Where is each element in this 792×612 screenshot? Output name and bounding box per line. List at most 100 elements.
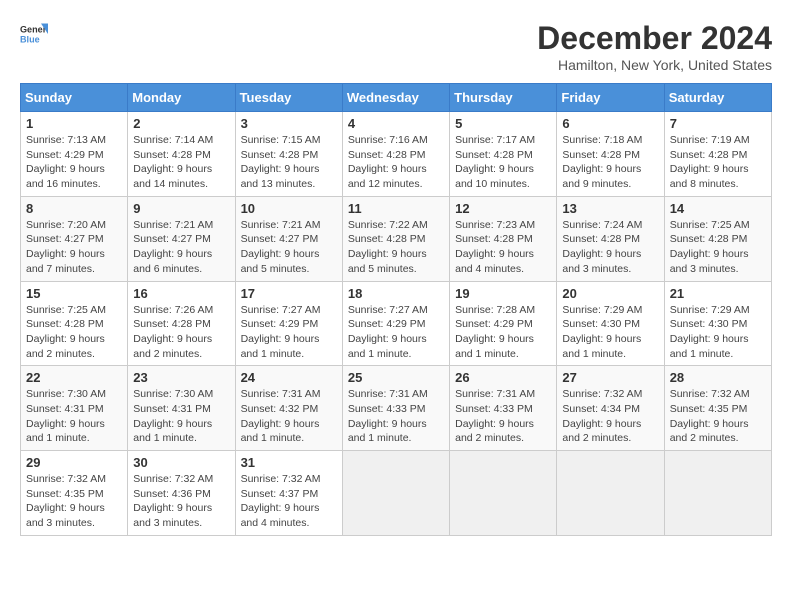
day-info: Sunrise: 7:30 AMSunset: 4:31 PMDaylight:… xyxy=(26,387,122,446)
day-number: 28 xyxy=(670,370,766,385)
table-row: 7Sunrise: 7:19 AMSunset: 4:28 PMDaylight… xyxy=(664,112,771,197)
day-number: 19 xyxy=(455,286,551,301)
calendar-week-row: 22Sunrise: 7:30 AMSunset: 4:31 PMDayligh… xyxy=(21,366,772,451)
day-info: Sunrise: 7:18 AMSunset: 4:28 PMDaylight:… xyxy=(562,133,658,192)
day-info: Sunrise: 7:26 AMSunset: 4:28 PMDaylight:… xyxy=(133,303,229,362)
calendar-week-row: 1 Sunrise: 7:13 AMSunset: 4:29 PMDaylight… xyxy=(21,112,772,197)
day-number: 25 xyxy=(348,370,444,385)
table-row: 25 Sunrise: 7:31 AMSunset: 4:33 PMDayligh… xyxy=(342,366,449,451)
day-info: Sunrise: 7:29 AMSunset: 4:30 PMDaylight:… xyxy=(670,303,766,362)
day-info: Sunrise: 7:32 AMSunset: 4:37 PMDaylight:… xyxy=(241,472,337,531)
day-info: Sunrise: 7:25 AMSunset: 4:28 PMDaylight:… xyxy=(670,218,766,277)
day-info: Sunrise: 7:29 AMSunset: 4:30 PMDaylight:… xyxy=(562,303,658,362)
day-info: Sunrise: 7:25 AMSunset: 4:28 PMDaylight:… xyxy=(26,303,122,362)
day-number: 20 xyxy=(562,286,658,301)
day-info: Sunrise: 7:21 AMSunset: 4:27 PMDaylight:… xyxy=(241,218,337,277)
day-info: Sunrise: 7:31 AMSunset: 4:33 PMDaylight:… xyxy=(455,387,551,446)
table-row: 31 Sunrise: 7:32 AMSunset: 4:37 PMDayligh… xyxy=(235,451,342,536)
day-number: 3 xyxy=(241,116,337,131)
day-number: 21 xyxy=(670,286,766,301)
day-info: Sunrise: 7:22 AMSunset: 4:28 PMDaylight:… xyxy=(348,218,444,277)
table-row: 27 Sunrise: 7:32 AMSunset: 4:34 PMDayligh… xyxy=(557,366,664,451)
day-number: 29 xyxy=(26,455,122,470)
day-number: 23 xyxy=(133,370,229,385)
day-info: Sunrise: 7:24 AMSunset: 4:28 PMDaylight:… xyxy=(562,218,658,277)
table-row: 10Sunrise: 7:21 AMSunset: 4:27 PMDayligh… xyxy=(235,196,342,281)
col-tuesday: Tuesday xyxy=(235,84,342,112)
table-row: 5 Sunrise: 7:17 AMSunset: 4:28 PMDaylight… xyxy=(450,112,557,197)
day-info: Sunrise: 7:28 AMSunset: 4:29 PMDaylight:… xyxy=(455,303,551,362)
calendar-week-row: 8 Sunrise: 7:20 AMSunset: 4:27 PMDaylight… xyxy=(21,196,772,281)
table-row: 16 Sunrise: 7:26 AMSunset: 4:28 PMDayligh… xyxy=(128,281,235,366)
table-row: 21 Sunrise: 7:29 AMSunset: 4:30 PMDayligh… xyxy=(664,281,771,366)
day-number: 2 xyxy=(133,116,229,131)
table-row xyxy=(557,451,664,536)
table-row: 8 Sunrise: 7:20 AMSunset: 4:27 PMDaylight… xyxy=(21,196,128,281)
day-number: 17 xyxy=(241,286,337,301)
table-row: 23 Sunrise: 7:30 AMSunset: 4:31 PMDayligh… xyxy=(128,366,235,451)
table-row: 6 Sunrise: 7:18 AMSunset: 4:28 PMDaylight… xyxy=(557,112,664,197)
calendar-table: Sunday Monday Tuesday Wednesday Thursday… xyxy=(20,83,772,536)
table-row: 9Sunrise: 7:21 AMSunset: 4:27 PMDaylight… xyxy=(128,196,235,281)
table-row: 13 Sunrise: 7:24 AMSunset: 4:28 PMDayligh… xyxy=(557,196,664,281)
table-row: 1 Sunrise: 7:13 AMSunset: 4:29 PMDaylight… xyxy=(21,112,128,197)
table-row: 29 Sunrise: 7:32 AMSunset: 4:35 PMDayligh… xyxy=(21,451,128,536)
page-subtitle: Hamilton, New York, United States xyxy=(537,57,772,73)
day-info: Sunrise: 7:14 AMSunset: 4:28 PMDaylight:… xyxy=(133,133,229,192)
day-info: Sunrise: 7:30 AMSunset: 4:31 PMDaylight:… xyxy=(133,387,229,446)
day-info: Sunrise: 7:13 AMSunset: 4:29 PMDaylight:… xyxy=(26,133,122,192)
day-info: Sunrise: 7:32 AMSunset: 4:36 PMDaylight:… xyxy=(133,472,229,531)
table-row: 3Sunrise: 7:15 AMSunset: 4:28 PMDaylight… xyxy=(235,112,342,197)
day-number: 15 xyxy=(26,286,122,301)
logo: General Blue xyxy=(20,20,48,48)
col-thursday: Thursday xyxy=(450,84,557,112)
day-number: 14 xyxy=(670,201,766,216)
day-number: 6 xyxy=(562,116,658,131)
table-row: 11 Sunrise: 7:22 AMSunset: 4:28 PMDayligh… xyxy=(342,196,449,281)
col-sunday: Sunday xyxy=(21,84,128,112)
table-row: 4Sunrise: 7:16 AMSunset: 4:28 PMDaylight… xyxy=(342,112,449,197)
day-number: 11 xyxy=(348,201,444,216)
day-number: 31 xyxy=(241,455,337,470)
table-row: 14 Sunrise: 7:25 AMSunset: 4:28 PMDayligh… xyxy=(664,196,771,281)
day-number: 9 xyxy=(133,201,229,216)
calendar-header-row: Sunday Monday Tuesday Wednesday Thursday… xyxy=(21,84,772,112)
day-number: 13 xyxy=(562,201,658,216)
day-info: Sunrise: 7:27 AMSunset: 4:29 PMDaylight:… xyxy=(348,303,444,362)
col-friday: Friday xyxy=(557,84,664,112)
day-info: Sunrise: 7:27 AMSunset: 4:29 PMDaylight:… xyxy=(241,303,337,362)
day-info: Sunrise: 7:17 AMSunset: 4:28 PMDaylight:… xyxy=(455,133,551,192)
col-wednesday: Wednesday xyxy=(342,84,449,112)
page-header: General Blue December 2024 Hamilton, New… xyxy=(20,20,772,73)
table-row: 20 Sunrise: 7:29 AMSunset: 4:30 PMDayligh… xyxy=(557,281,664,366)
day-number: 7 xyxy=(670,116,766,131)
title-area: December 2024 Hamilton, New York, United… xyxy=(537,20,772,73)
table-row xyxy=(664,451,771,536)
table-row xyxy=(450,451,557,536)
day-number: 24 xyxy=(241,370,337,385)
table-row: 2 Sunrise: 7:14 AMSunset: 4:28 PMDaylight… xyxy=(128,112,235,197)
day-number: 16 xyxy=(133,286,229,301)
col-saturday: Saturday xyxy=(664,84,771,112)
day-number: 5 xyxy=(455,116,551,131)
table-row: 26 Sunrise: 7:31 AMSunset: 4:33 PMDayligh… xyxy=(450,366,557,451)
day-info: Sunrise: 7:20 AMSunset: 4:27 PMDaylight:… xyxy=(26,218,122,277)
table-row: 28 Sunrise: 7:32 AMSunset: 4:35 PMDayligh… xyxy=(664,366,771,451)
table-row: 30Sunrise: 7:32 AMSunset: 4:36 PMDayligh… xyxy=(128,451,235,536)
table-row: 18Sunrise: 7:27 AMSunset: 4:29 PMDayligh… xyxy=(342,281,449,366)
day-number: 26 xyxy=(455,370,551,385)
calendar-week-row: 15 Sunrise: 7:25 AMSunset: 4:28 PMDayligh… xyxy=(21,281,772,366)
day-info: Sunrise: 7:31 AMSunset: 4:33 PMDaylight:… xyxy=(348,387,444,446)
page-title: December 2024 xyxy=(537,20,772,57)
day-info: Sunrise: 7:32 AMSunset: 4:34 PMDaylight:… xyxy=(562,387,658,446)
day-number: 8 xyxy=(26,201,122,216)
calendar-week-row: 29 Sunrise: 7:32 AMSunset: 4:35 PMDayligh… xyxy=(21,451,772,536)
day-info: Sunrise: 7:32 AMSunset: 4:35 PMDaylight:… xyxy=(670,387,766,446)
table-row: 22Sunrise: 7:30 AMSunset: 4:31 PMDayligh… xyxy=(21,366,128,451)
day-number: 12 xyxy=(455,201,551,216)
table-row: 15 Sunrise: 7:25 AMSunset: 4:28 PMDayligh… xyxy=(21,281,128,366)
day-number: 1 xyxy=(26,116,122,131)
day-number: 27 xyxy=(562,370,658,385)
table-row: 12Sunrise: 7:23 AMSunset: 4:28 PMDayligh… xyxy=(450,196,557,281)
day-info: Sunrise: 7:32 AMSunset: 4:35 PMDaylight:… xyxy=(26,472,122,531)
